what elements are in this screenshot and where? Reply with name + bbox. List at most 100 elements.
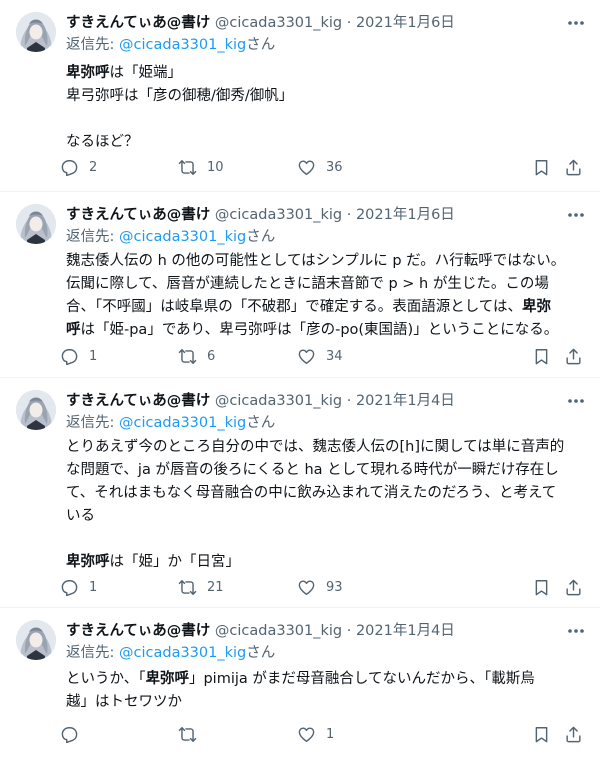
tweet-text-bold: 卑弥呼 (66, 554, 110, 570)
share-button[interactable] (564, 722, 583, 746)
bookmark-button[interactable] (532, 575, 551, 599)
separator-dot: · (342, 15, 356, 31)
reply-to-label: 返信先: (66, 645, 119, 661)
reply-button[interactable]: 1 (60, 575, 97, 599)
separator-dot: · (342, 623, 356, 639)
tweet[interactable]: すきえんてぃあ@書け @cicada3301_kig · 2021年1月6日 返… (0, 192, 600, 378)
tweet-text-line (66, 108, 584, 131)
reply-to-handle[interactable]: @cicada3301_kig (119, 415, 246, 431)
tweet-header: すきえんてぃあ@書け @cicada3301_kig · 2021年1月4日 (66, 620, 560, 642)
avatar[interactable] (16, 620, 56, 660)
reply-to-handle[interactable]: @cicada3301_kig (119, 37, 246, 53)
retweet-count: 10 (207, 159, 224, 175)
author-handle[interactable]: @cicada3301_kig (215, 207, 342, 223)
tweet-text-run: 卑弓弥呼は「彦の御穂/御秀/御帆」 (66, 88, 294, 104)
bookmark-button[interactable] (532, 722, 551, 746)
reply-to-label: 返信先: (66, 415, 119, 431)
share-button[interactable] (564, 155, 583, 179)
tweet-text: 卑弥呼は「姫端」卑弓弥呼は「彦の御穂/御秀/御帆」 なるほど？ (66, 62, 584, 154)
reply-to-handle[interactable]: @cicada3301_kig (119, 229, 246, 245)
tweet-text-line: なるほど？ (66, 131, 584, 154)
tweet[interactable]: すきえんてぃあ@書け @cicada3301_kig · 2021年1月6日 返… (0, 0, 600, 192)
reply-to-line: 返信先: @cicada3301_kigさん (66, 412, 275, 434)
bookmark-button[interactable] (532, 155, 551, 179)
tweet-text-run: 魏志倭人伝の h の他の可能性としてはシンプルに p だ。ハ行転呼ではない。 (66, 253, 566, 269)
more-icon[interactable] (566, 206, 586, 224)
tweet-header: すきえんてぃあ@書け @cicada3301_kig · 2021年1月6日 (66, 12, 560, 34)
like-icon (298, 579, 315, 595)
reply-button[interactable]: 1 (60, 344, 97, 368)
reply-button[interactable]: 2 (60, 155, 97, 179)
tweet-text-line: 越」はトセワツか (66, 691, 584, 714)
tweet[interactable]: すきえんてぃあ@書け @cicada3301_kig · 2021年1月4日 返… (0, 608, 600, 757)
like-button[interactable]: 1 (297, 722, 334, 746)
author-name[interactable]: すきえんてぃあ@書け (66, 207, 210, 223)
retweet-count: 21 (207, 579, 224, 595)
tweet-text-line: 合、「不呼國」は岐阜県の「不破郡」で確定する。表面語源としては、卑弥 (66, 296, 584, 319)
bookmark-icon (535, 726, 548, 742)
tweet-text-run: というか、「 (66, 671, 146, 687)
bookmark-button[interactable] (532, 344, 551, 368)
retweet-button[interactable]: 6 (178, 344, 215, 368)
tweet-text-run: とりあえず今のところ自分の中では、魏志倭人伝の[h]に関しては単に音声的 (66, 439, 565, 455)
tweet-date[interactable]: 2021年1月6日 (356, 15, 455, 31)
tweet-date[interactable]: 2021年1月4日 (356, 623, 455, 639)
action-bar: 1 6 34 (60, 344, 588, 368)
like-count: 93 (326, 579, 343, 595)
author-name[interactable]: すきえんてぃあ@書け (66, 393, 210, 409)
tweet-text-line: て、それはまもなく母音融合の中に飲み込まれて消えたのだろう、と考えて (66, 482, 584, 505)
like-button[interactable]: 93 (297, 575, 343, 599)
tweet-text-line: 卑弓弥呼は「彦の御穂/御秀/御帆」 (66, 85, 584, 108)
reply-button[interactable] (60, 722, 89, 746)
author-handle[interactable]: @cicada3301_kig (215, 15, 342, 31)
author-handle[interactable]: @cicada3301_kig (215, 623, 342, 639)
tweet-text-line: 伝聞に際して、唇音が連続したときに語末音節で p > h が生じた。この場 (66, 273, 584, 296)
tweet-text-line: 卑弥呼は「姫」か「日宮」 (66, 551, 584, 574)
avatar[interactable] (16, 12, 56, 52)
author-handle[interactable]: @cicada3301_kig (215, 393, 342, 409)
tweet-text-run: なるほど？ (66, 134, 139, 150)
reply-icon (61, 726, 78, 743)
reply-to-line: 返信先: @cicada3301_kigさん (66, 642, 275, 664)
more-icon[interactable] (566, 622, 586, 640)
separator-dot: · (342, 393, 356, 409)
tweet-text-line: 魏志倭人伝の h の他の可能性としてはシンプルに p だ。ハ行転呼ではない。 (66, 250, 584, 273)
avatar[interactable] (16, 204, 56, 244)
reply-to-suffix: さん (246, 37, 276, 53)
author-name[interactable]: すきえんてぃあ@書け (66, 15, 210, 31)
reply-icon (61, 159, 78, 176)
share-button[interactable] (564, 575, 583, 599)
tweet-date[interactable]: 2021年1月4日 (356, 393, 455, 409)
tweet[interactable]: すきえんてぃあ@書け @cicada3301_kig · 2021年1月4日 返… (0, 378, 600, 608)
share-icon (566, 579, 581, 595)
tweet-text-run: 伝聞に際して、唇音が連続したときに語末音節で p > h が生じた。この場 (66, 276, 549, 292)
like-button[interactable]: 34 (297, 344, 343, 368)
retweet-button[interactable]: 21 (178, 575, 224, 599)
share-icon (566, 348, 581, 364)
avatar[interactable] (16, 390, 56, 430)
retweet-button[interactable] (178, 722, 207, 746)
reply-to-line: 返信先: @cicada3301_kigさん (66, 226, 275, 248)
share-icon (566, 726, 581, 742)
tweet-text-run: 合、「不呼國」は岐阜県の「不破郡」で確定する。表面語源としては、 (66, 299, 523, 315)
like-icon (298, 348, 315, 364)
reply-to-handle[interactable]: @cicada3301_kig (119, 645, 246, 661)
retweet-button[interactable]: 10 (178, 155, 224, 179)
reply-to-label: 返信先: (66, 37, 119, 53)
tweet-header: すきえんてぃあ@書け @cicada3301_kig · 2021年1月6日 (66, 204, 560, 226)
reply-to-suffix: さん (246, 229, 276, 245)
tweet-date[interactable]: 2021年1月6日 (356, 207, 455, 223)
like-icon (298, 159, 315, 175)
reply-icon (61, 348, 78, 365)
author-name[interactable]: すきえんてぃあ@書け (66, 623, 210, 639)
more-icon[interactable] (566, 392, 586, 410)
tweet-text-run: て、それはまもなく母音融合の中に飲み込まれて消えたのだろう、と考えて (66, 485, 557, 501)
share-button[interactable] (564, 344, 583, 368)
action-bar: 1 21 93 (60, 575, 588, 599)
tweet-text-line: 卑弥呼は「姫端」 (66, 62, 584, 85)
like-button[interactable]: 36 (297, 155, 343, 179)
tweet-text-run: 越」はトセワツか (66, 694, 182, 710)
share-icon (566, 159, 581, 175)
tweet-text-line: とりあえず今のところ自分の中では、魏志倭人伝の[h]に関しては単に音声的 (66, 436, 584, 459)
more-icon[interactable] (566, 14, 586, 32)
